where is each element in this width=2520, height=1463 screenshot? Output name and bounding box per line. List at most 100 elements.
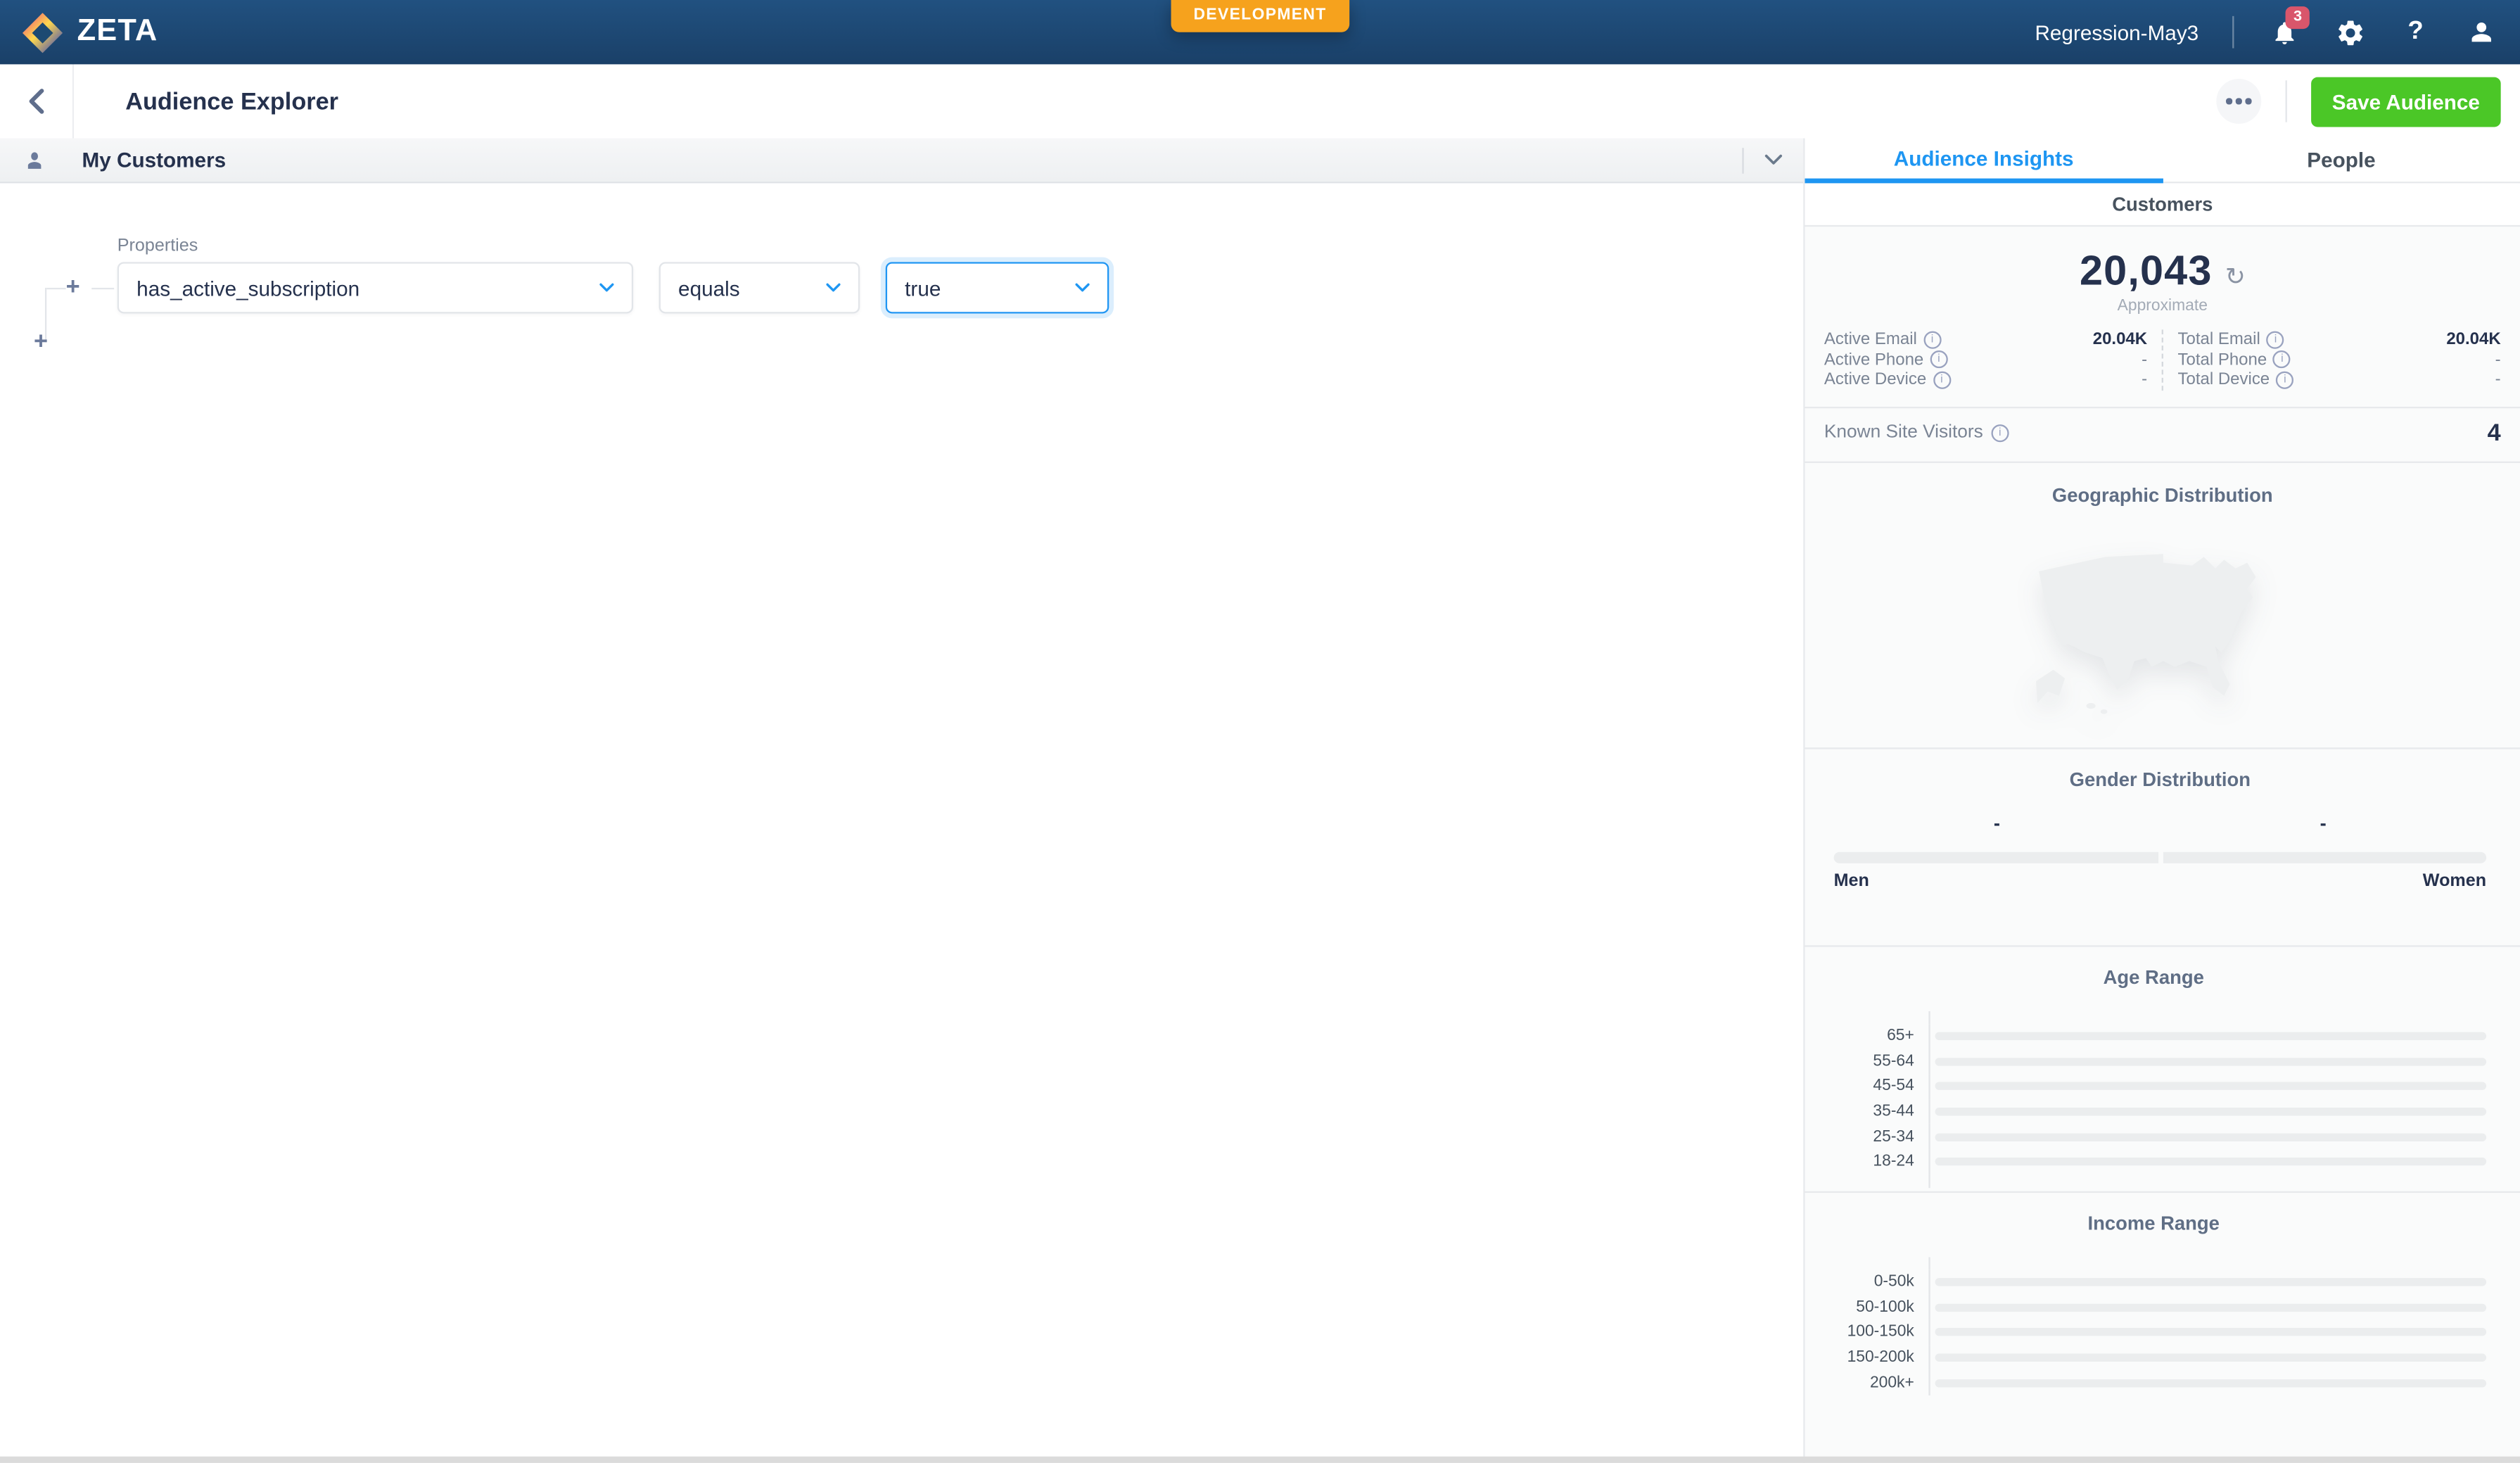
stat-label: Active Email — [1824, 330, 1917, 349]
account-name[interactable]: Regression-May3 — [2035, 20, 2198, 44]
chevron-down-icon — [1075, 283, 1090, 293]
info-icon[interactable]: i — [2267, 331, 2284, 348]
chevron-down-icon — [826, 283, 841, 293]
age-label: 18-24 — [1821, 1153, 1928, 1171]
tab-audience-insights[interactable]: Audience Insights — [1805, 138, 2162, 183]
row-divider — [1742, 147, 1743, 173]
age-bar-row: 35-44 — [1821, 1099, 2486, 1125]
add-condition-group-button[interactable]: + — [34, 329, 48, 353]
men-label: Men — [1834, 870, 1869, 889]
info-icon[interactable]: i — [2273, 351, 2291, 369]
gender-bars — [1834, 851, 2487, 863]
total-stats-column: Total Emaili 20.04K Total Phonei - Total… — [2162, 329, 2501, 390]
page-title: Audience Explorer — [125, 88, 338, 115]
stat-label: Total Device — [2177, 370, 2270, 389]
income-bar — [1935, 1354, 2487, 1362]
refresh-icon[interactable]: ↻ — [2225, 264, 2246, 291]
income-bar — [1935, 1329, 2487, 1336]
age-bar-row: 25-34 — [1821, 1124, 2486, 1149]
info-icon[interactable]: i — [1923, 331, 1941, 348]
gender-labels: Men Women — [1834, 870, 2487, 889]
stat-row: Active Devicei - — [1824, 369, 2147, 390]
income-label: 150-200k — [1821, 1349, 1928, 1367]
brand-name: ZETA — [77, 15, 158, 50]
known-site-visitors-value: 4 — [2488, 419, 2501, 446]
age-bar-row: 65+ — [1821, 1023, 2486, 1049]
value-select[interactable]: true — [886, 262, 1109, 313]
age-bar-row: 55-64 — [1821, 1049, 2486, 1074]
condition-row: has_active_subscription equals true — [117, 262, 1109, 313]
age-label: 35-44 — [1821, 1103, 1928, 1120]
audience-count-block: 20,043↻ Approximate — [1805, 227, 2520, 315]
geographic-distribution-section: Geographic Distribution — [1805, 461, 2520, 747]
stat-row: Total Devicei - — [2177, 369, 2500, 390]
info-icon[interactable]: i — [1933, 371, 1950, 388]
income-bar — [1935, 1379, 2487, 1386]
women-bar — [2163, 851, 2486, 863]
back-button[interactable] — [0, 64, 74, 138]
stat-row: Total Emaili 20.04K — [2177, 329, 2500, 350]
count-qualifier: Approximate — [1805, 298, 2520, 315]
age-bar — [1935, 1057, 2487, 1065]
page-header: Audience Explorer Save Audience — [0, 64, 2520, 138]
stat-value: 20.04K — [2446, 330, 2500, 349]
info-icon[interactable]: i — [1991, 424, 2009, 441]
chevron-down-icon — [599, 283, 614, 293]
income-bar-row: 50-100k — [1821, 1295, 2486, 1320]
zeta-logo[interactable]: ZETA — [23, 12, 158, 52]
stat-value: 20.04K — [2093, 330, 2147, 349]
audience-source-row[interactable]: My Customers — [0, 138, 1803, 183]
income-bar-row: 150-200k — [1821, 1345, 2486, 1370]
ellipsis-icon — [2227, 99, 2232, 104]
women-label: Women — [2423, 870, 2486, 889]
usa-map — [2018, 517, 2307, 722]
income-label: 0-50k — [1821, 1273, 1928, 1291]
help-button[interactable]: ? — [2400, 15, 2432, 50]
info-icon[interactable]: i — [1930, 351, 1947, 369]
tree-connector-horizontal — [46, 288, 65, 289]
income-label: 100-150k — [1821, 1324, 1928, 1341]
income-range-title: Income Range — [1821, 1212, 2486, 1234]
more-options-button[interactable] — [2216, 79, 2261, 124]
tab-people[interactable]: People — [2163, 138, 2520, 183]
age-range-chart: 65+ 55-64 45-54 35-44 25-34 18-24 — [1821, 1011, 2486, 1188]
zeta-diamond-icon — [23, 12, 63, 52]
income-bar — [1935, 1303, 2487, 1311]
age-bar — [1935, 1158, 2487, 1165]
content-area: My Customers Properties + + — [0, 138, 2520, 1462]
profile-button[interactable] — [2465, 15, 2497, 50]
stat-label: Total Phone — [2177, 350, 2267, 369]
operator-select[interactable]: equals — [659, 262, 860, 313]
property-select[interactable]: has_active_subscription — [117, 262, 633, 313]
collapse-chevron[interactable] — [1764, 154, 1782, 165]
settings-button[interactable] — [2334, 15, 2366, 50]
notification-count-badge: 3 — [2286, 6, 2310, 29]
condition-builder: Properties + + has_active_subscription e… — [0, 183, 1803, 1462]
age-bar — [1935, 1032, 2487, 1039]
audience-builder-pane: My Customers Properties + + — [0, 138, 1803, 1462]
stat-row: Active Phonei - — [1824, 350, 2147, 370]
notifications-button[interactable]: 3 — [2267, 15, 2300, 50]
navbar-divider — [2232, 16, 2234, 49]
tab-customers[interactable]: Customers — [1805, 183, 2520, 227]
info-icon[interactable]: i — [2276, 371, 2293, 388]
age-bar — [1935, 1108, 2487, 1115]
header-actions: Save Audience — [2216, 77, 2520, 127]
insights-pane: Audience Insights People Customers 20,04… — [1803, 138, 2520, 1462]
gender-distribution-title: Gender Distribution — [1834, 768, 2487, 790]
question-mark-icon: ? — [2407, 18, 2423, 46]
environment-badge: DEVELOPMENT — [1171, 0, 1349, 32]
stat-row: Active Email i 20.04K — [1824, 329, 2147, 350]
age-bar — [1935, 1133, 2487, 1141]
age-label: 65+ — [1821, 1027, 1928, 1044]
age-range-title: Age Range — [1821, 965, 2486, 988]
insights-tabs: Audience Insights People — [1805, 138, 2520, 183]
known-site-visitors-row: Known Site Visitorsi 4 — [1805, 406, 2520, 461]
income-bar-row: 200k+ — [1821, 1370, 2486, 1395]
age-label: 25-34 — [1821, 1128, 1928, 1146]
stat-value: - — [2142, 350, 2147, 369]
women-value: - — [2160, 811, 2486, 834]
save-audience-button[interactable]: Save Audience — [2311, 77, 2501, 127]
gender-values: - - — [1834, 811, 2487, 834]
add-condition-button[interactable]: + — [66, 275, 80, 299]
